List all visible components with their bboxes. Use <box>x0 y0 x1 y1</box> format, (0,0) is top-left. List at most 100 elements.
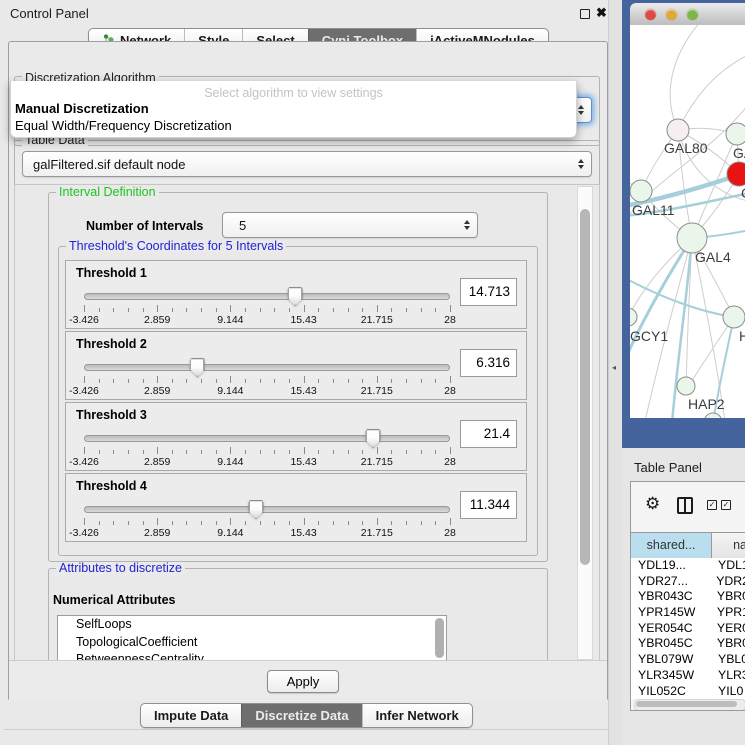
slider-tick-labels: -3.4262.8599.14415.4321.71528 <box>84 527 450 538</box>
slider-track[interactable] <box>84 506 450 513</box>
slider-track[interactable] <box>84 364 450 371</box>
table-cell[interactable]: YDR2 <box>710 574 745 590</box>
table-cell[interactable]: YLR3 <box>712 668 745 684</box>
tick-mark <box>274 379 275 383</box>
tick-mark <box>99 379 100 383</box>
table-cell[interactable]: YLR345W <box>631 668 712 684</box>
tick-mark <box>216 450 217 454</box>
tick-mark <box>289 308 290 312</box>
column-header[interactable]: na <box>712 533 745 558</box>
panel-bottom-edge <box>4 729 614 730</box>
table-cell[interactable]: YDR27... <box>631 574 710 590</box>
tick-mark <box>377 305 378 312</box>
tab-impute-data[interactable]: Impute Data <box>141 704 241 727</box>
algorithm-option[interactable]: Manual Discretization <box>11 101 576 118</box>
algorithm-option[interactable]: Equal Width/Frequency Discretization <box>11 118 576 135</box>
threshold-label: Threshold 3 <box>76 408 147 422</box>
table-row[interactable]: YDR27...YDR2 <box>631 574 745 590</box>
mac-zoom-button[interactable] <box>687 9 698 20</box>
tick-mark <box>348 308 349 312</box>
tick-mark <box>362 308 363 312</box>
table-cell[interactable]: YER0 <box>711 621 745 637</box>
scrollbar-thumb[interactable] <box>636 701 737 707</box>
split-view-icon[interactable] <box>677 497 693 514</box>
tick-label: 28 <box>444 385 456 397</box>
network-node-label: GAL80 <box>664 140 708 156</box>
column-header[interactable]: shared... <box>631 533 712 558</box>
threshold-value-field[interactable]: 14.713 <box>460 278 517 306</box>
table-horizontal-scrollbar[interactable] <box>634 699 745 711</box>
panel-divider[interactable]: ◂ <box>608 0 623 745</box>
settings-vertical-scrollbar[interactable] <box>577 186 593 660</box>
table-cell[interactable]: YDL1 <box>712 558 745 574</box>
table-row[interactable]: YBR045CYBR0 <box>631 636 745 652</box>
slider-thumb[interactable] <box>288 287 303 306</box>
attribute-item[interactable]: SelfLoops <box>58 616 446 634</box>
combo-stepper-icon <box>578 105 584 115</box>
select-columns-checkbox-icon[interactable]: ✓ <box>721 500 731 510</box>
num-intervals-combobox[interactable]: 5 <box>222 212 478 238</box>
mac-minimize-button[interactable] <box>666 9 677 20</box>
threshold-value-field[interactable]: 11.344 <box>460 491 517 519</box>
table-cell[interactable]: YPR1 <box>711 605 745 621</box>
combo-stepper-icon <box>464 220 470 230</box>
network-node[interactable] <box>667 119 689 141</box>
network-node[interactable] <box>704 413 722 418</box>
tab-infer-network[interactable]: Infer Network <box>362 704 472 727</box>
network-node[interactable] <box>726 123 745 145</box>
apply-button[interactable]: Apply <box>267 670 339 693</box>
gear-icon[interactable]: ⚙ <box>645 495 660 512</box>
tick-mark <box>348 379 349 383</box>
attributes-list-scrollbar[interactable] <box>435 618 444 658</box>
attribute-item[interactable]: TopologicalCoefficient <box>58 634 446 652</box>
table-row[interactable]: YBL079WYBL0 <box>631 652 745 668</box>
table-cell[interactable]: YDL19... <box>631 558 712 574</box>
network-node[interactable] <box>630 180 652 202</box>
table-row[interactable]: YIL052CYIL0 <box>631 684 745 700</box>
table-row[interactable]: YPR145WYPR1 <box>631 605 745 621</box>
divider-grip-icon[interactable]: ◂ <box>612 363 616 372</box>
table-row[interactable]: YBR043CYBR0 <box>631 589 745 605</box>
threshold-panel: Threshold 1 -3.4262.8599.14415.4321.7152… <box>65 260 527 329</box>
table-cell[interactable]: YBR0 <box>711 589 745 605</box>
scrollbar-thumb[interactable] <box>580 209 590 565</box>
attributes-list[interactable]: SelfLoopsTopologicalCoefficientBetweenne… <box>57 615 447 661</box>
network-node[interactable] <box>723 306 745 328</box>
tick-mark <box>216 521 217 525</box>
tick-mark <box>362 379 363 383</box>
threshold-value-field[interactable]: 21.4 <box>460 420 517 448</box>
table-data-combobox[interactable]: galFiltered.sif default node <box>22 151 592 177</box>
slider-track[interactable] <box>84 293 450 300</box>
slider-thumb[interactable] <box>366 429 381 448</box>
table-cell[interactable]: YBR045C <box>631 636 711 652</box>
slider-thumb[interactable] <box>249 500 264 519</box>
tick-mark <box>406 521 407 525</box>
table-cell[interactable]: YIL0 <box>712 684 745 700</box>
table-row[interactable]: YDL19...YDL1 <box>631 558 745 574</box>
mac-close-button[interactable] <box>645 9 656 20</box>
table-cell[interactable]: YBR0 <box>711 636 745 652</box>
float-window-icon[interactable] <box>580 9 590 19</box>
table-cell[interactable]: YBR043C <box>631 589 711 605</box>
network-node[interactable] <box>630 308 637 326</box>
table-cell[interactable]: YER054C <box>631 621 711 637</box>
close-icon[interactable]: ✖ <box>596 5 607 21</box>
network-canvas[interactable]: GAL80GACGAL11GAL4GCY1HHAP2 <box>630 25 745 418</box>
table-cell[interactable]: YBL079W <box>631 652 712 668</box>
select-all-checkbox-icon[interactable]: ✓ <box>707 500 717 510</box>
network-window-titlebar[interactable] <box>630 3 745 26</box>
action-bar: Apply <box>9 660 607 701</box>
scrollbar-thumb[interactable] <box>435 618 444 658</box>
slider-thumb[interactable] <box>190 358 205 377</box>
threshold-value-field[interactable]: 6.316 <box>460 349 517 377</box>
table-cell[interactable]: YBL0 <box>712 652 745 668</box>
network-node[interactable] <box>677 377 695 395</box>
table-cell[interactable]: YPR145W <box>631 605 711 621</box>
tick-mark <box>99 521 100 525</box>
slider-track[interactable] <box>84 435 450 442</box>
table-cell[interactable]: YIL052C <box>631 684 712 700</box>
table-row[interactable]: YLR345WYLR3 <box>631 668 745 684</box>
num-intervals-value: 5 <box>233 218 246 233</box>
tab-discretize-data[interactable]: Discretize Data <box>241 704 361 727</box>
table-row[interactable]: YER054CYER0 <box>631 621 745 637</box>
